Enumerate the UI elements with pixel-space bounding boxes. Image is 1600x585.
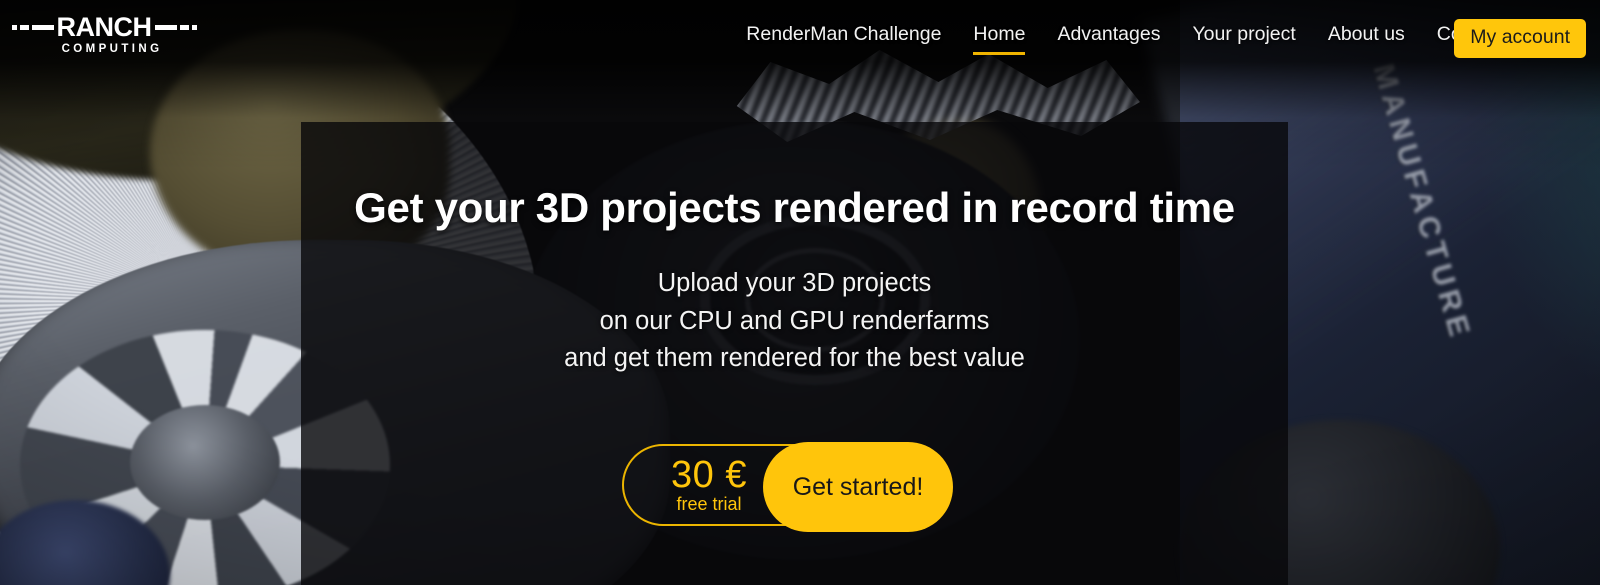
nav-item-advantages[interactable]: Advantages <box>1041 17 1176 55</box>
nav-item-your-project[interactable]: Your project <box>1176 17 1311 55</box>
logo-dash-right-long <box>154 24 177 30</box>
free-trial-offer: 30 € free trial <box>624 455 784 515</box>
logo-wordmark-row: RANCH <box>11 12 197 42</box>
my-account-button[interactable]: My account <box>1454 19 1586 58</box>
nav-item-home[interactable]: Home <box>957 17 1041 55</box>
cta-group: 30 € free trial Get started! <box>622 442 953 532</box>
hero-headline: Get your 3D projects rendered in record … <box>354 184 1235 231</box>
logo-dot-right <box>191 24 197 30</box>
logo-subtitle: COMPUTING <box>61 43 163 55</box>
get-started-button[interactable]: Get started! <box>763 442 953 532</box>
logo-dash-right-small <box>179 24 189 30</box>
hero-subheadline-line-1: Upload your 3D projects <box>657 269 932 297</box>
logo-dash-left-small <box>19 24 29 30</box>
logo-dot-left <box>11 24 17 30</box>
page-root: MANUFACTURE RANCH COMPU <box>0 0 1600 585</box>
main-navigation: RenderMan Challenge Home Advantages Your… <box>730 0 1520 72</box>
nav-item-renderman-challenge[interactable]: RenderMan Challenge <box>730 17 957 55</box>
hero-subheadline-line-2: on our CPU and GPU renderfarms <box>599 306 990 335</box>
hero-subheadline: Upload your 3D projects on our CPU and G… <box>301 265 1288 378</box>
logo-text: RANCH <box>56 12 153 42</box>
logo-dash-left-long <box>31 24 54 30</box>
free-trial-amount: 30 € <box>671 454 747 496</box>
free-trial-label: free trial <box>676 494 742 514</box>
site-header: RANCH COMPUTING RenderMan Challenge Home… <box>0 0 1600 72</box>
nav-item-about-us[interactable]: About us <box>1312 17 1421 55</box>
get-started-button-label: Get started! <box>792 472 924 501</box>
hero-subheadline-line-3: and get them rendered for the best value <box>564 344 1025 372</box>
hero-overlay-panel: Get your 3D projects rendered in record … <box>301 122 1288 585</box>
logo-ranch-computing[interactable]: RANCH COMPUTING <box>11 14 197 58</box>
